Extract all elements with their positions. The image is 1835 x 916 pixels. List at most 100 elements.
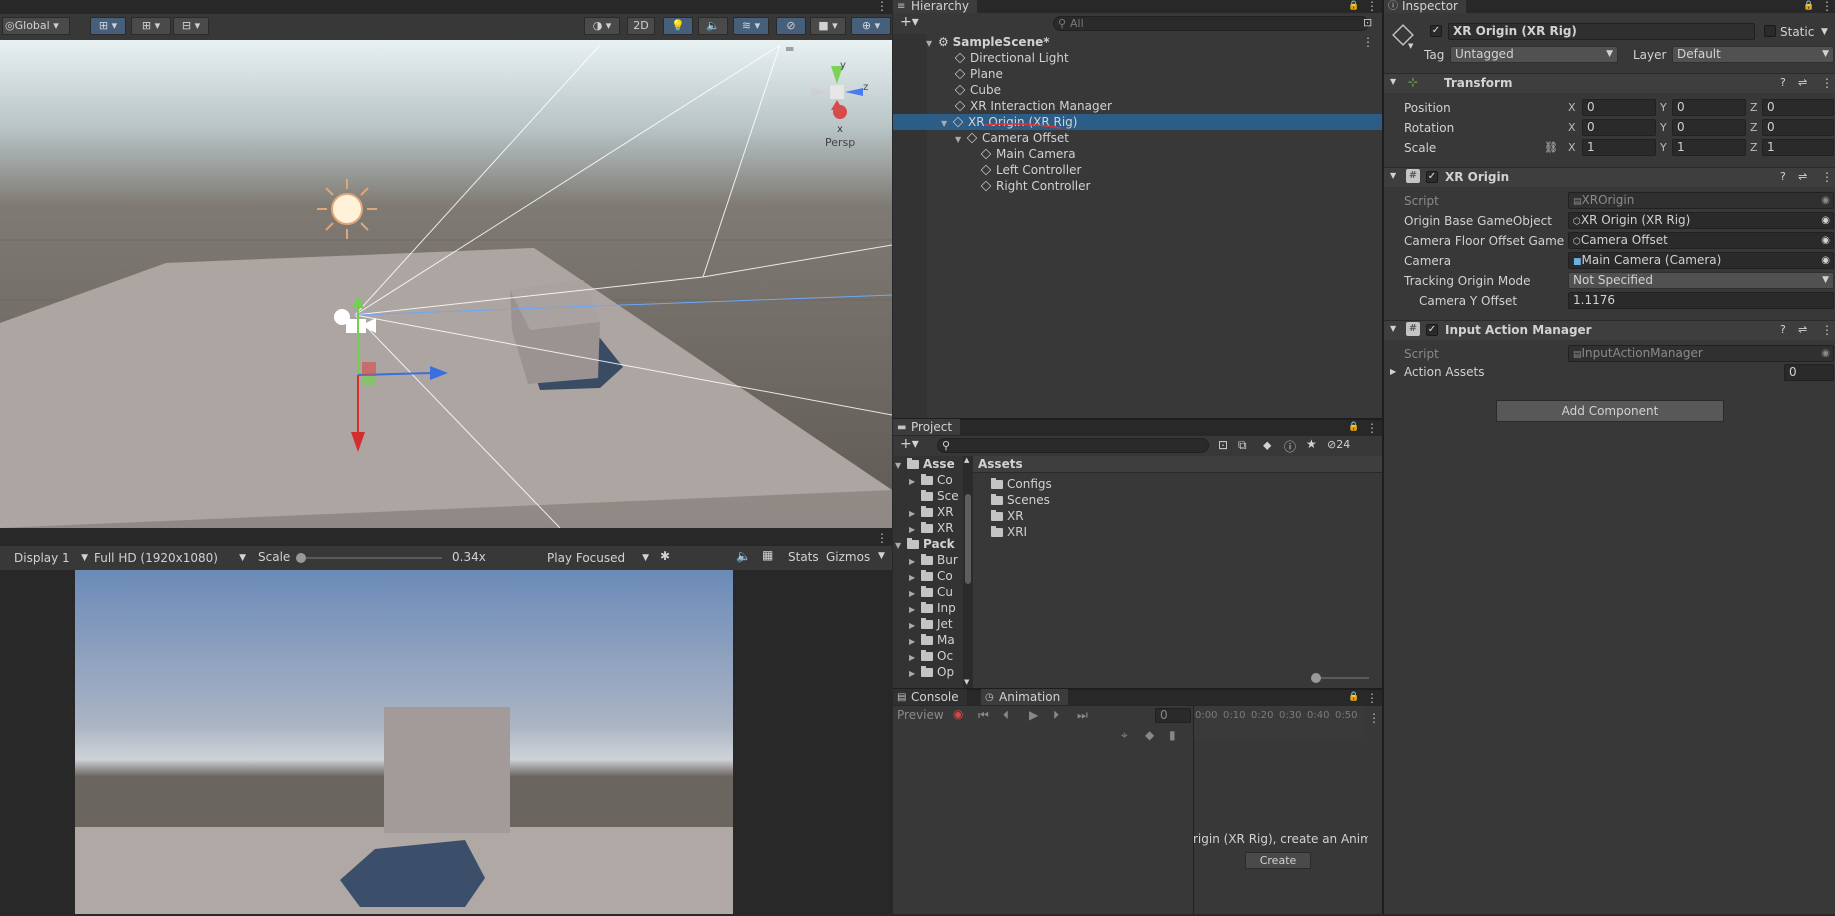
- hidden-packages-icon[interactable]: ⊘24: [1327, 438, 1350, 451]
- object-picker-icon[interactable]: ◉: [1821, 233, 1830, 248]
- tracking-origin-dropdown[interactable]: Not Specified ▼: [1568, 272, 1834, 289]
- expand-arrow-icon[interactable]: ▶: [909, 666, 921, 680]
- expand-arrow-icon[interactable]: ▶: [909, 506, 921, 520]
- project-search-input[interactable]: ⚲: [937, 438, 1209, 453]
- preset-icon[interactable]: ⇌: [1798, 76, 1807, 89]
- expand-arrow-icon[interactable]: ▶: [909, 650, 921, 664]
- expand-arrow-icon[interactable]: ▼: [895, 458, 907, 472]
- next-frame-icon[interactable]: ⏵: [1053, 708, 1059, 723]
- project-menu-icon[interactable]: ⋮: [1366, 422, 1378, 434]
- favorites-icon[interactable]: ★: [1306, 437, 1317, 451]
- filter-by-log-icon[interactable]: ⓘ: [1284, 438, 1296, 455]
- scene-menu-lines-icon[interactable]: ═: [785, 42, 794, 56]
- hierarchy-item-plane[interactable]: Plane: [954, 66, 1003, 82]
- filter-by-selection-icon[interactable]: ⌖: [1121, 728, 1128, 743]
- scale-z-field[interactable]: 1: [1762, 139, 1834, 156]
- resolution-dropdown[interactable]: Full HD (1920x1080) ▼: [92, 549, 248, 567]
- play-icon[interactable]: ▶: [1029, 708, 1038, 722]
- tree-item-package[interactable]: ▶ Oc: [909, 648, 965, 664]
- audio-toggle[interactable]: 🔈: [698, 17, 728, 35]
- expand-arrow-icon[interactable]: ▶: [909, 474, 921, 488]
- scale-y-field[interactable]: 1: [1672, 139, 1746, 156]
- action-assets-label[interactable]: Action Assets: [1404, 364, 1484, 380]
- position-x-field[interactable]: 0: [1582, 99, 1656, 116]
- layer-dropdown[interactable]: Default ▼: [1672, 46, 1834, 63]
- xr-origin-enabled-checkbox[interactable]: ✓: [1426, 171, 1438, 183]
- stats-button[interactable]: Stats: [788, 550, 819, 564]
- object-name-input[interactable]: XR Origin (XR Rig): [1448, 23, 1755, 40]
- expand-arrow-icon[interactable]: ▼: [926, 36, 938, 52]
- tab-animation[interactable]: ◷ Animation: [981, 689, 1069, 705]
- hierarchy-item-camera-offset[interactable]: ▼ Camera Offset: [955, 130, 1069, 146]
- lock-icon[interactable]: 🔒: [1348, 422, 1359, 432]
- tree-item-package[interactable]: ▶ Cu: [909, 584, 965, 600]
- tag-dropdown[interactable]: Untagged ▼: [1450, 46, 1618, 63]
- help-icon[interactable]: ?: [1780, 170, 1786, 183]
- hierarchy-item-xr-origin[interactable]: ▼ XR Origin (XR Rig): [893, 114, 1382, 130]
- gizmos-dropdown[interactable]: ⊕ ▾: [851, 17, 891, 35]
- dopesheet-divider[interactable]: [1193, 706, 1194, 916]
- scene-menu-icon[interactable]: ⋮: [876, 0, 888, 12]
- expand-arrow-icon[interactable]: ▼: [895, 538, 907, 552]
- tab-inspector[interactable]: ⓘ Inspector: [1384, 0, 1466, 13]
- scene-row[interactable]: ▼ ⚙ SampleScene* ⋮: [926, 34, 1382, 50]
- record-icon[interactable]: ◉: [953, 707, 963, 721]
- hierarchy-item-main-camera[interactable]: Main Camera: [980, 146, 1076, 162]
- asset-folder-xr[interactable]: XR: [991, 508, 1024, 524]
- lock-icon[interactable]: 🔒: [1803, 1, 1814, 11]
- preset-icon[interactable]: ⇌: [1798, 323, 1807, 336]
- filter-by-type-icon[interactable]: ⧉: [1238, 438, 1247, 453]
- scale-slider[interactable]: [296, 553, 442, 563]
- effects-dropdown[interactable]: ≋ ▾: [733, 17, 769, 35]
- tree-item-package[interactable]: ▶ Jet: [909, 616, 965, 632]
- tree-item-packages[interactable]: ▼ Pack: [895, 536, 965, 552]
- prev-frame-icon[interactable]: ⏴: [1003, 708, 1009, 723]
- hierarchy-search-input[interactable]: ⚲ All: [1053, 16, 1369, 31]
- add-component-button[interactable]: Add Component: [1496, 400, 1724, 422]
- tree-item-xri[interactable]: ▶ XR: [909, 520, 965, 536]
- tree-item-package[interactable]: ▶ Ma: [909, 632, 965, 648]
- tree-item-xr[interactable]: ▶ XR: [909, 504, 965, 520]
- static-checkbox[interactable]: [1764, 25, 1776, 37]
- object-picker-icon[interactable]: ◉: [1821, 213, 1830, 228]
- hierarchy-item-right-controller[interactable]: Right Controller: [980, 178, 1090, 194]
- camera-field[interactable]: ■Main Camera (Camera) ◉: [1568, 252, 1834, 269]
- position-y-field[interactable]: 0: [1672, 99, 1746, 116]
- component-menu-icon[interactable]: ⋮: [1821, 76, 1833, 90]
- add-icon[interactable]: +▾: [900, 436, 919, 452]
- tree-item-package[interactable]: ▶ Inp: [909, 600, 965, 616]
- transform-component-header[interactable]: ▼ ⊹ Transform ? ⇌ ⋮: [1384, 73, 1835, 93]
- rotation-z-field[interactable]: 0: [1762, 119, 1834, 136]
- xr-origin-component-header[interactable]: ▼ # ✓ XR Origin ? ⇌ ⋮: [1384, 167, 1835, 187]
- filter-by-label-icon[interactable]: ⬥: [1263, 438, 1271, 453]
- rotation-y-field[interactable]: 0: [1672, 119, 1746, 136]
- static-dropdown-arrow[interactable]: ▼: [1821, 27, 1828, 37]
- timeline-ruler[interactable]: 0:00 0:10 0:20 0:30 0:40 0:50: [1193, 706, 1363, 726]
- expand-arrow-icon[interactable]: ▶: [909, 634, 921, 648]
- camera-y-offset-field[interactable]: 1.1176: [1568, 292, 1834, 309]
- tree-item-package[interactable]: ▶ Op: [909, 664, 965, 680]
- lock-icon[interactable]: 🔒: [1348, 692, 1359, 702]
- component-menu-icon[interactable]: ⋮: [1821, 170, 1833, 184]
- keyboard-icon[interactable]: ▦: [762, 548, 773, 562]
- expand-arrow-icon[interactable]: ▶: [909, 554, 921, 568]
- scroll-up-arrow-icon[interactable]: ▲: [964, 456, 969, 464]
- grid-snap-toggle[interactable]: ⊞ ▾: [90, 17, 126, 35]
- last-frame-icon[interactable]: ⏭: [1077, 708, 1088, 723]
- hidden-objects-toggle[interactable]: ⊘: [776, 17, 806, 35]
- bug-icon[interactable]: ✱: [660, 549, 670, 563]
- expand-arrow-icon[interactable]: ▶: [909, 570, 921, 584]
- create-clip-button[interactable]: Create: [1245, 852, 1311, 869]
- display-dropdown[interactable]: Display 1 ▼: [4, 549, 90, 567]
- tree-item-package[interactable]: ▶ Co: [909, 568, 965, 584]
- lighting-toggle[interactable]: 💡: [663, 17, 693, 35]
- expand-arrow-icon[interactable]: ▼: [941, 116, 953, 132]
- scale-slider-thumb[interactable]: [296, 553, 306, 563]
- foldout-arrow-icon[interactable]: ▶: [1390, 367, 1396, 376]
- timeline-menu-icon[interactable]: ⋮: [1368, 712, 1380, 724]
- preview-button[interactable]: Preview: [897, 708, 944, 722]
- search-options-icon[interactable]: ⊡: [1363, 16, 1372, 29]
- expand-arrow-icon[interactable]: ▶: [909, 602, 921, 616]
- tree-scrollbar[interactable]: ▲ ▼: [963, 456, 973, 690]
- add-icon[interactable]: +▾: [900, 14, 919, 30]
